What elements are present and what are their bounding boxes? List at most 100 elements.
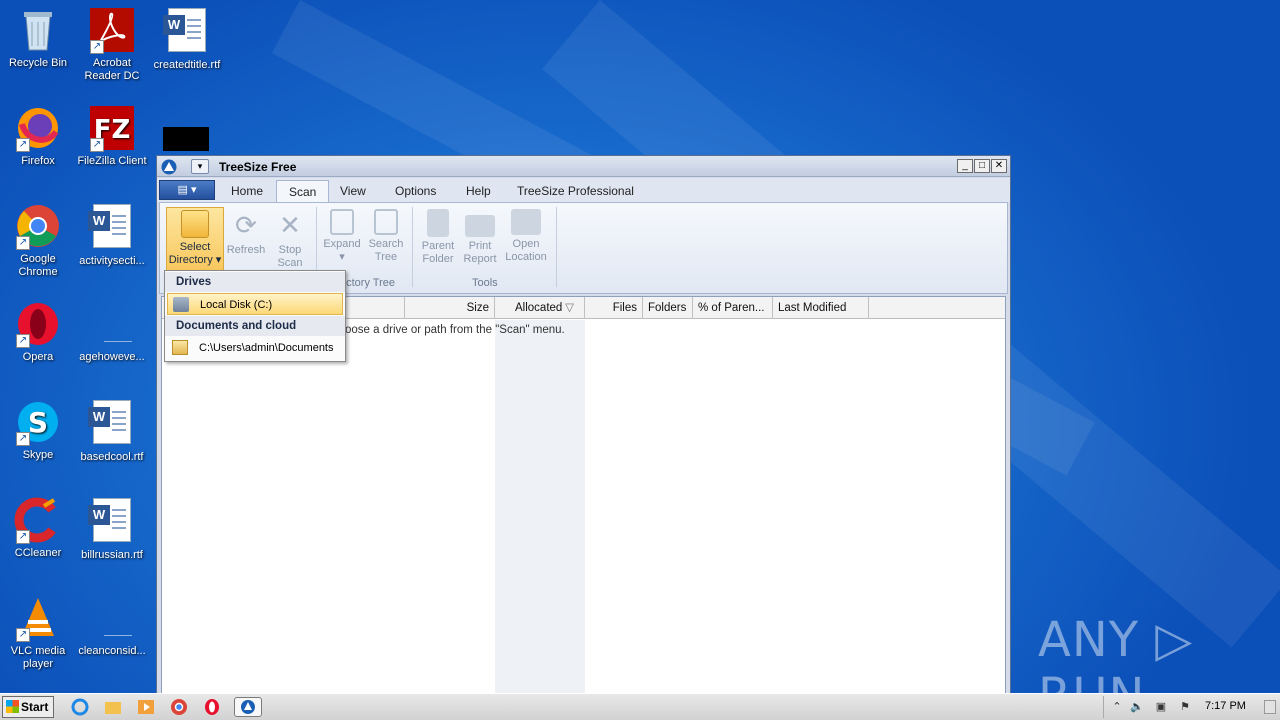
blank-file-icon — [88, 594, 136, 642]
expand-tree-icon — [330, 209, 354, 235]
close-button[interactable]: ✕ — [991, 159, 1007, 173]
button-label: Expand — [323, 238, 361, 250]
taskbar-clock[interactable]: 7:17 PM — [1205, 700, 1246, 712]
dropdown-arrow-icon: ▾ — [212, 254, 222, 266]
taskbar-ie-icon[interactable] — [69, 697, 91, 717]
shortcut-arrow-icon: ↗ — [16, 628, 30, 642]
shortcut-arrow-icon: ↗ — [16, 432, 30, 446]
start-button[interactable]: Start — [2, 696, 54, 718]
action-center-icon[interactable]: ⚑ — [1178, 700, 1192, 714]
desktop-icon-cleanconsid[interactable]: cleanconsid... — [74, 594, 150, 658]
desktop-icon-agehoweve[interactable]: agehoweve... — [74, 300, 150, 364]
taskbar: Start ⌃ 🔈 ▣ ⚑ 7:17 PM — [0, 693, 1280, 720]
desktop-icon-vlc[interactable]: ↗ VLC media player — [0, 594, 76, 671]
ccleaner-icon: ↗ — [14, 496, 62, 544]
desktop-icon-label: VLC media player — [10, 645, 66, 670]
tab-view[interactable]: View — [328, 180, 378, 202]
show-desktop-button[interactable] — [1264, 700, 1276, 714]
menu-item-local-disk[interactable]: Local Disk (C:) — [167, 293, 343, 315]
button-label: Tree — [374, 251, 398, 263]
button-label: Parent — [421, 240, 455, 252]
tab-scan[interactable]: Scan — [276, 180, 330, 202]
column-allocated[interactable]: Allocated ▽ — [495, 297, 585, 319]
maximize-button[interactable]: □ — [974, 159, 990, 173]
column-files[interactable]: Files — [585, 297, 643, 319]
treesize-app-icon — [161, 159, 177, 175]
documents-folder-icon — [172, 340, 188, 355]
desktop-icon-ccleaner[interactable]: ↗ CCleaner — [0, 496, 76, 560]
button-label: Select — [179, 241, 211, 253]
firefox-icon: ↗ — [14, 104, 62, 152]
minimize-button[interactable]: _ — [957, 159, 973, 173]
select-directory-button[interactable]: Select Directory ▾ — [166, 207, 224, 273]
desktop-icon-billrussian[interactable]: W billrussian.rtf — [74, 496, 150, 562]
folder-icon — [181, 210, 209, 238]
button-label: Print — [468, 240, 492, 252]
desktop-icon-label: agehoweve... — [79, 351, 145, 363]
taskbar-chrome-icon[interactable] — [168, 697, 190, 717]
file-menu-button[interactable]: ▤ ▾ — [159, 180, 215, 200]
taskbar-explorer-icon[interactable] — [102, 697, 124, 717]
blank-file-icon — [88, 300, 136, 348]
tab-treesize-professional[interactable]: TreeSize Professional — [505, 180, 646, 202]
volume-icon[interactable]: 🔈 — [1130, 700, 1144, 714]
tab-home[interactable]: Home — [219, 180, 275, 202]
desktop-icon-createdtitle[interactable]: W createdtitle.rtf — [149, 6, 225, 72]
desktop-icon-label: Firefox — [21, 155, 55, 167]
taskbar-opera-icon[interactable] — [201, 697, 223, 717]
taskbar-media-player-icon[interactable] — [135, 697, 157, 717]
desktop-icon-label: Skype — [22, 449, 54, 461]
menu-header-documents: Documents and cloud — [165, 316, 345, 336]
button-label: Directory — [168, 254, 213, 266]
redacted-box — [163, 127, 209, 151]
desktop-icon-chrome[interactable]: ↗ Google Chrome — [0, 202, 76, 279]
desktop-icon-skype[interactable]: S ↗ Skype — [0, 398, 76, 462]
desktop-icon-opera[interactable]: ↗ Opera — [0, 300, 76, 364]
system-tray: ⌃ 🔈 ▣ ⚑ — [1103, 696, 1279, 718]
group-label-tools: Tools — [472, 277, 498, 289]
quick-access-dropdown[interactable]: ▾ — [191, 159, 209, 174]
group-label-directory-tree: ectory Tree — [340, 277, 396, 289]
empty-hint-text: oose a drive or path from the "Scan" men… — [345, 324, 565, 336]
column-allocated-label: Allocated — [515, 302, 563, 314]
shortcut-arrow-icon: ↗ — [16, 530, 30, 544]
open-location-button[interactable]: Open Location — [502, 207, 550, 271]
column-last-modified[interactable]: Last Modified — [773, 297, 869, 319]
desktop-icon-label: cleanconsid... — [78, 645, 146, 657]
button-label: Stop — [278, 244, 302, 256]
tab-options[interactable]: Options — [383, 180, 448, 202]
button-label: Open — [512, 238, 540, 250]
column-size[interactable]: Size — [405, 297, 495, 319]
word-doc-icon: W — [88, 400, 136, 448]
expand-button[interactable]: Expand ▾ — [320, 207, 364, 271]
search-tree-icon — [374, 209, 398, 235]
menu-header-drives: Drives — [165, 272, 345, 292]
desktop-icon-label: Recycle Bin — [8, 57, 68, 69]
word-doc-icon: W — [88, 498, 136, 546]
stop-scan-button[interactable]: ✕ Stop Scan — [268, 207, 312, 271]
search-tree-button[interactable]: Search Tree — [364, 207, 408, 271]
desktop-icon-label: Acrobat Reader DC — [84, 57, 140, 82]
column-percent-parent[interactable]: % of Paren... — [693, 297, 773, 319]
tab-help[interactable]: Help — [454, 180, 503, 202]
print-report-button[interactable]: Print Report — [458, 207, 502, 271]
button-label: Report — [463, 253, 497, 265]
desktop-icon-basedcool[interactable]: W basedcool.rtf — [74, 398, 150, 464]
tray-expand-icon[interactable]: ⌃ — [1110, 700, 1124, 714]
refresh-button[interactable]: ⟳ Refresh — [224, 207, 268, 271]
title-bar[interactable]: ▾ TreeSize Free _ □ ✕ — [157, 156, 1010, 177]
column-folders[interactable]: Folders — [643, 297, 693, 319]
network-icon[interactable]: ▣ — [1154, 700, 1168, 714]
desktop-icon-filezilla[interactable]: FZ ↗ FileZilla Client — [74, 104, 150, 168]
desktop-icon-acrobat[interactable]: ↗ Acrobat Reader DC — [74, 6, 150, 83]
shortcut-arrow-icon: ↗ — [16, 138, 30, 152]
refresh-icon: ⟳ — [235, 210, 257, 240]
desktop-icon-recycle-bin[interactable]: Recycle Bin — [0, 6, 76, 70]
parent-folder-button[interactable]: Parent Folder — [416, 207, 460, 271]
drive-icon — [173, 297, 189, 312]
desktop-icon-firefox[interactable]: ↗ Firefox — [0, 104, 76, 168]
desktop-icon-activitysecti[interactable]: W activitysecti... — [74, 202, 150, 268]
taskbar-treesize-icon[interactable] — [234, 697, 262, 717]
menu-item-documents[interactable]: C:\Users\admin\Documents — [167, 337, 343, 359]
acrobat-icon: ↗ — [88, 6, 136, 54]
